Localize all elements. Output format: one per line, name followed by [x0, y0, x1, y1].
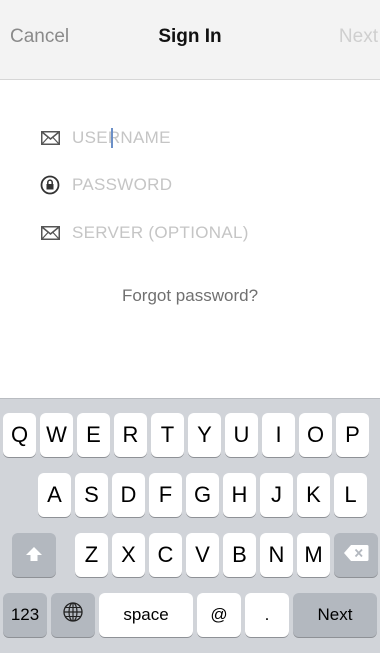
dot-key[interactable]: .	[245, 593, 289, 637]
page-title: Sign In	[158, 26, 222, 47]
key-t[interactable]: T	[151, 413, 184, 457]
globe-icon	[62, 601, 84, 629]
key-g[interactable]: G	[186, 473, 219, 517]
envelope-icon	[40, 223, 60, 243]
delete-backspace-icon	[343, 542, 369, 568]
key-z[interactable]: Z	[75, 533, 108, 577]
at-key[interactable]: @	[197, 593, 241, 637]
next-button[interactable]: Next	[339, 26, 378, 48]
sign-in-screen: Cancel Sign In Next USERNAME SERVER (OPT…	[0, 0, 380, 653]
navigation-bar: Cancel Sign In Next	[0, 0, 380, 80]
shift-key[interactable]	[12, 533, 56, 577]
password-input[interactable]	[72, 175, 332, 195]
server-field[interactable]	[40, 220, 332, 246]
key-l[interactable]: L	[334, 473, 367, 517]
forgot-password-link[interactable]: Forgot password?	[0, 286, 380, 306]
shift-arrow-icon	[25, 542, 43, 568]
key-y[interactable]: Y	[188, 413, 221, 457]
username-field[interactable]	[40, 125, 332, 151]
lock-icon	[40, 175, 60, 195]
key-u[interactable]: U	[225, 413, 258, 457]
key-q[interactable]: Q	[3, 413, 36, 457]
envelope-icon	[40, 128, 60, 148]
key-k[interactable]: K	[297, 473, 330, 517]
text-caret	[111, 128, 113, 148]
key-r[interactable]: R	[114, 413, 147, 457]
next-key[interactable]: Next	[293, 593, 377, 637]
delete-key[interactable]	[334, 533, 378, 577]
password-field[interactable]	[40, 172, 332, 198]
key-s[interactable]: S	[75, 473, 108, 517]
key-e[interactable]: E	[77, 413, 110, 457]
key-m[interactable]: M	[297, 533, 330, 577]
key-h[interactable]: H	[223, 473, 256, 517]
key-p[interactable]: P	[336, 413, 369, 457]
key-x[interactable]: X	[112, 533, 145, 577]
key-i[interactable]: I	[262, 413, 295, 457]
key-b[interactable]: B	[223, 533, 256, 577]
key-j[interactable]: J	[260, 473, 293, 517]
key-v[interactable]: V	[186, 533, 219, 577]
key-d[interactable]: D	[112, 473, 145, 517]
key-f[interactable]: F	[149, 473, 182, 517]
key-w[interactable]: W	[40, 413, 73, 457]
key-a[interactable]: A	[38, 473, 71, 517]
space-key[interactable]: space	[99, 593, 193, 637]
key-o[interactable]: O	[299, 413, 332, 457]
keyboard: Q W E R T Y U I O P A S D F G H J K L Z …	[0, 398, 380, 653]
key-n[interactable]: N	[260, 533, 293, 577]
numbers-key[interactable]: 123	[3, 593, 47, 637]
globe-key[interactable]	[51, 593, 95, 637]
server-input[interactable]	[72, 223, 332, 243]
key-c[interactable]: C	[149, 533, 182, 577]
